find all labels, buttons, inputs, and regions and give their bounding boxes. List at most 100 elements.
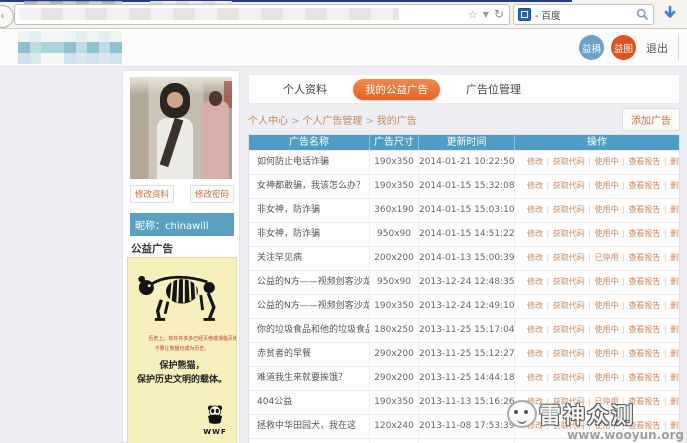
ad-operations: 修改 | 获取代码 | 使用中 | 查看报告 | 删除 — [514, 319, 679, 342]
op-edit[interactable]: 修改 — [527, 229, 543, 238]
op-edit[interactable]: 修改 — [527, 325, 543, 334]
table-row: 赤贫者的早餐 290x200 2013-11-25 15:12:27 修改 | 获取代… — [249, 342, 679, 366]
op-delete[interactable]: 删除 — [670, 229, 679, 238]
op-get-code[interactable]: 获取代码 — [553, 373, 585, 382]
op-status[interactable]: 使用中 — [595, 373, 619, 382]
op-edit[interactable]: 修改 — [527, 277, 543, 286]
download-icon[interactable] — [662, 5, 678, 22]
op-edit[interactable]: 修改 — [527, 349, 543, 358]
profile-photo — [130, 77, 232, 179]
search-input[interactable]: - 百度 — [513, 4, 654, 25]
op-delete[interactable]: 删除 — [670, 157, 679, 166]
change-password-button[interactable]: 修改密码 — [189, 185, 234, 203]
op-edit[interactable]: 修改 — [527, 421, 543, 430]
breadcrumb-item-1[interactable]: 个人广告管理 — [302, 116, 362, 127]
op-get-code[interactable]: 获取代码 — [553, 277, 585, 286]
ad-name: 拯救中华田园犬，我在这 — [257, 421, 357, 431]
op-view-report[interactable]: 查看报告 — [628, 205, 660, 214]
op-delete[interactable]: 删除 — [670, 349, 679, 358]
op-status[interactable]: 使用中 — [595, 181, 619, 190]
bookmark-star-icon[interactable]: ☆ — [468, 8, 478, 21]
op-edit[interactable]: 修改 — [527, 157, 543, 166]
op-edit[interactable]: 修改 — [527, 181, 543, 190]
search-engine-label: - 百度 — [535, 10, 561, 22]
add-ad-button[interactable]: 添加广告 — [622, 107, 680, 131]
op-edit[interactable]: 修改 — [527, 397, 543, 406]
search-magnifier-icon[interactable] — [636, 8, 649, 21]
op-get-code[interactable]: 获取代码 — [553, 301, 585, 310]
op-view-report[interactable]: 查看报告 — [628, 349, 660, 358]
op-status[interactable]: 使用中 — [595, 157, 619, 166]
psa-section-title: 公益广告 — [131, 243, 173, 255]
op-get-code[interactable]: 获取代码 — [553, 397, 585, 406]
op-delete[interactable]: 删除 — [670, 181, 679, 190]
tab-2[interactable]: 广告位管理 — [466, 81, 521, 97]
breadcrumb-item-2[interactable]: 我的广告 — [377, 116, 417, 127]
tab-bar: 个人资料 我的公益广告 广告位管理 — [248, 74, 680, 104]
wwf-panda-ad[interactable]: 历史上，有许许多多已经灭绝或濒临灭绝的物种， 不要让熊猫也成为历史。 保护熊猫，… — [127, 257, 237, 443]
dropdown-caret-icon[interactable]: ▼ — [483, 10, 489, 19]
op-view-report[interactable]: 查看报告 — [628, 301, 660, 310]
op-get-code[interactable]: 获取代码 — [553, 181, 585, 190]
op-get-code[interactable]: 获取代码 — [553, 205, 585, 214]
ad-name: 非女神，防诈骗 — [257, 229, 321, 239]
table-row: 爱心蚂蚁100x1002013-11-06 10:26:53修改 | 获取代码 … — [249, 438, 679, 443]
op-delete[interactable]: 删除 — [670, 397, 679, 406]
donate-button[interactable]: 益捐 — [579, 35, 604, 60]
op-get-code[interactable]: 获取代码 — [553, 421, 585, 430]
ad-operations: 修改 | 获取代码 | 使用中 | 查看报告 | 删除 — [514, 271, 679, 294]
op-status[interactable]: 使用中 — [595, 205, 619, 214]
op-delete[interactable]: 删除 — [670, 253, 679, 262]
op-view-report[interactable]: 查看报告 — [628, 397, 660, 406]
op-view-report[interactable]: 查看报告 — [628, 229, 660, 238]
ad-operations: 修改 | 获取代码 | 使用中 | 查看报告 | 删除 — [514, 295, 679, 318]
op-delete[interactable]: 删除 — [670, 277, 679, 286]
op-status[interactable]: 使用中 — [595, 421, 619, 430]
op-edit[interactable]: 修改 — [527, 253, 543, 262]
op-delete[interactable]: 删除 — [670, 301, 679, 310]
op-view-report[interactable]: 查看报告 — [628, 157, 660, 166]
op-view-report[interactable]: 查看报告 — [628, 421, 660, 430]
tab-0[interactable]: 个人资料 — [283, 81, 327, 97]
tab-1[interactable]: 我的公益广告 — [353, 78, 440, 100]
op-get-code[interactable]: 获取代码 — [553, 349, 585, 358]
op-delete[interactable]: 删除 — [670, 325, 679, 334]
ad-size: 200x200 — [369, 247, 418, 270]
op-edit[interactable]: 修改 — [527, 373, 543, 382]
op-view-report[interactable]: 查看报告 — [628, 253, 660, 262]
op-view-report[interactable]: 查看报告 — [628, 325, 660, 334]
ad-size: 190x350 — [369, 295, 418, 318]
op-view-report[interactable]: 查看报告 — [628, 373, 660, 382]
op-delete[interactable]: 删除 — [670, 421, 679, 430]
op-status[interactable]: 使用中 — [595, 325, 619, 334]
op-delete[interactable]: 删除 — [670, 373, 679, 382]
ad-name: 你的垃圾食品和他的垃圾食品 — [257, 325, 369, 335]
ad-copy-line2: 不要让熊猫也成为历史。 — [154, 345, 210, 352]
op-status[interactable]: 使用中 — [595, 349, 619, 358]
ad-operations: 修改 | 获取代码 | 使用中 | 查看报告 | 删除 — [514, 151, 679, 174]
op-view-report[interactable]: 查看报告 — [628, 277, 660, 286]
op-view-report[interactable]: 查看报告 — [628, 181, 660, 190]
op-status[interactable]: 使用中 — [595, 229, 619, 238]
image-button[interactable]: 益图 — [611, 35, 636, 60]
op-edit[interactable]: 修改 — [527, 205, 543, 214]
op-status[interactable]: 已停用 — [595, 397, 619, 406]
browser-back-button[interactable]: ‹ — [0, 5, 14, 28]
address-bar[interactable]: ☆ ▼ ↻ — [14, 4, 510, 25]
edit-profile-button[interactable]: 修改资料 — [130, 185, 175, 203]
op-delete[interactable]: 删除 — [670, 205, 679, 214]
op-status[interactable]: 使用中 — [595, 277, 619, 286]
op-get-code[interactable]: 获取代码 — [553, 253, 585, 262]
breadcrumb-item-0[interactable]: 个人中心 — [248, 116, 288, 127]
op-get-code[interactable]: 获取代码 — [553, 157, 585, 166]
op-status[interactable]: 使用中 — [595, 301, 619, 310]
table-header-row: 广告名称 广告尺寸 更新时间 操作 — [249, 135, 679, 150]
breadcrumb: 个人中心 > 个人广告管理 > 我的广告 — [248, 112, 417, 127]
logout-button[interactable]: 退出 — [646, 40, 668, 56]
op-get-code[interactable]: 获取代码 — [553, 229, 585, 238]
op-get-code[interactable]: 获取代码 — [553, 325, 585, 334]
ad-headline1: 保护熊猫， — [159, 361, 205, 371]
reload-icon[interactable]: ↻ — [494, 7, 504, 21]
op-edit[interactable]: 修改 — [527, 301, 543, 310]
op-status[interactable]: 已停用 — [595, 253, 619, 262]
